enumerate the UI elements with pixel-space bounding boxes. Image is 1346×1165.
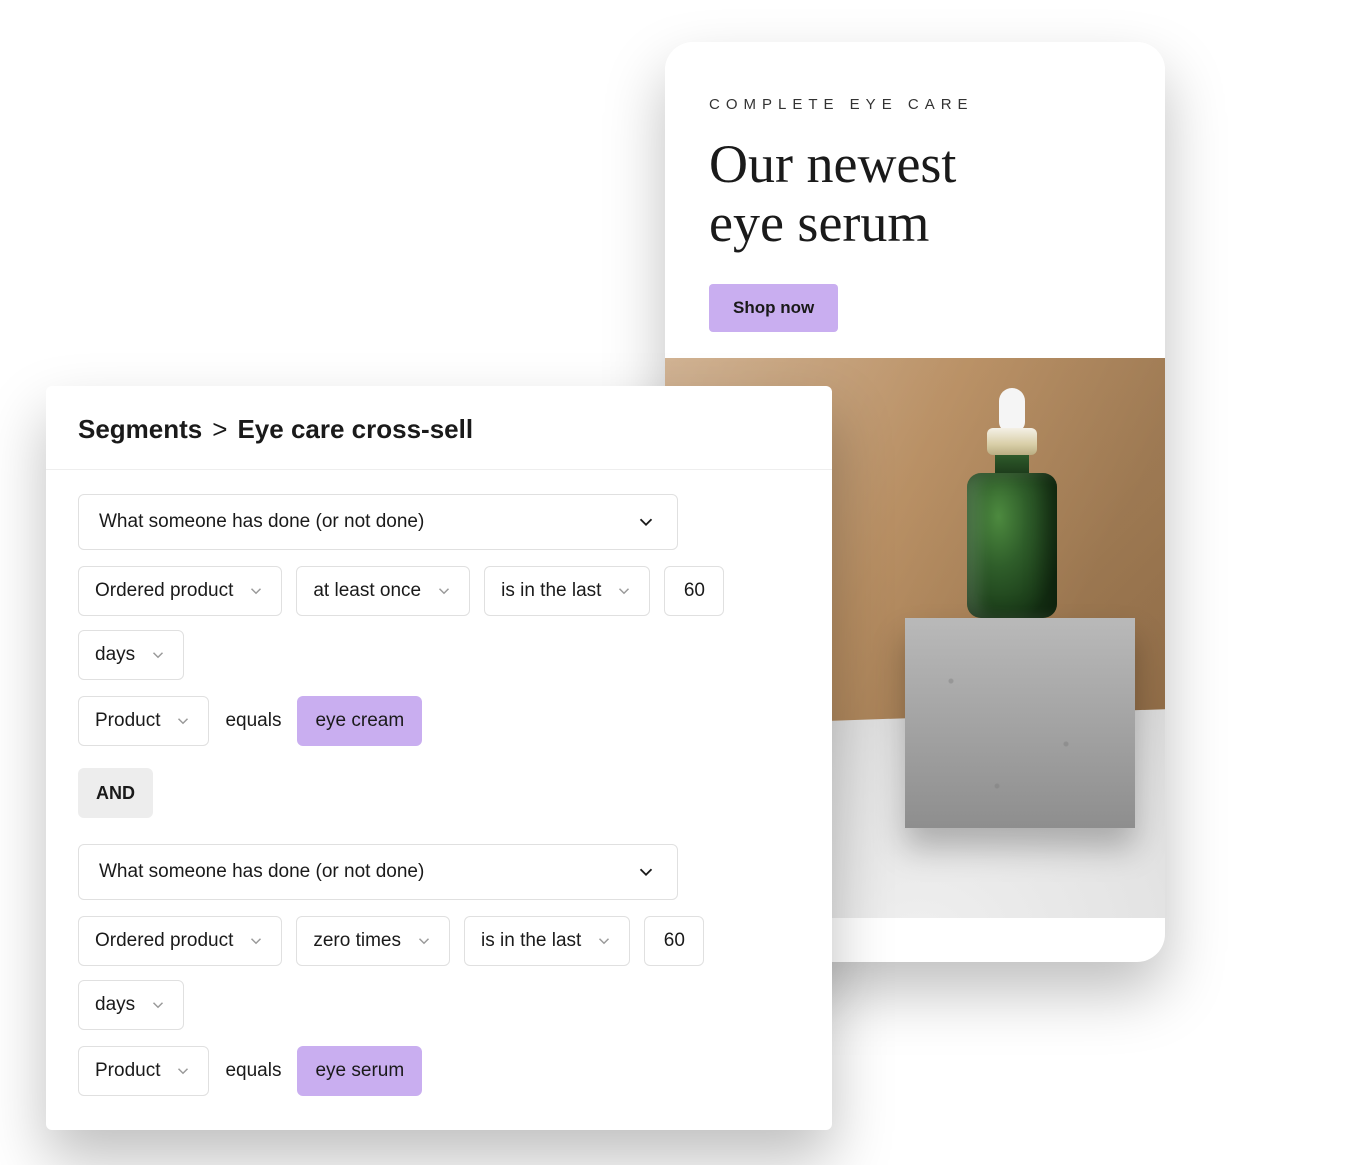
time-relation-select-2[interactable]: is in the last [464, 916, 630, 966]
logic-operator-and[interactable]: AND [78, 768, 153, 818]
breadcrumb-root[interactable]: Segments [78, 414, 202, 445]
time-relation-select-1-label: is in the last [501, 580, 601, 602]
chevron-down-icon [149, 996, 167, 1014]
metric-select-2[interactable]: Ordered product [78, 916, 282, 966]
email-eyebrow: COMPLETE EYE CARE [709, 96, 1121, 113]
chevron-down-icon [595, 932, 613, 950]
email-title: Our newest eye serum [709, 135, 1121, 254]
breadcrumb: Segments > Eye care cross-sell [78, 414, 800, 445]
breadcrumb-separator: > [212, 414, 227, 445]
chevron-down-icon [174, 1062, 192, 1080]
frequency-select-1-label: at least once [313, 580, 421, 602]
hero-serum-bottle [967, 388, 1057, 618]
time-unit-select-1-label: days [95, 644, 135, 666]
email-title-line2: eye serum [709, 193, 929, 253]
value-tag-1[interactable]: eye cream [297, 696, 422, 746]
time-relation-select-2-label: is in the last [481, 930, 581, 952]
frequency-select-1[interactable]: at least once [296, 566, 470, 616]
property-select-2-label: Product [95, 1060, 160, 1082]
metric-select-1-label: Ordered product [95, 580, 233, 602]
operator-label-2: equals [223, 1060, 283, 1082]
definition-select-1[interactable]: What someone has done (or not done) [78, 494, 678, 550]
segments-header: Segments > Eye care cross-sell [46, 386, 832, 470]
definition-select-2[interactable]: What someone has done (or not done) [78, 844, 678, 900]
chevron-down-icon [615, 582, 633, 600]
segments-panel: Segments > Eye care cross-sell What some… [46, 386, 832, 1130]
chevron-down-icon [149, 646, 167, 664]
time-value-input-1[interactable]: 60 [664, 566, 724, 616]
chevron-down-icon [415, 932, 433, 950]
chevron-down-icon [635, 861, 657, 883]
email-title-line1: Our newest [709, 134, 956, 194]
time-value-input-2[interactable]: 60 [644, 916, 704, 966]
definition-select-2-label: What someone has done (or not done) [99, 861, 424, 883]
chevron-down-icon [247, 582, 265, 600]
segments-body: What someone has done (or not done) Orde… [46, 470, 832, 1096]
value-tag-2[interactable]: eye serum [297, 1046, 422, 1096]
definition-select-1-label: What someone has done (or not done) [99, 511, 424, 533]
time-unit-select-2[interactable]: days [78, 980, 184, 1030]
email-header: COMPLETE EYE CARE Our newest eye serum S… [665, 42, 1165, 358]
breadcrumb-leaf: Eye care cross-sell [237, 414, 473, 445]
chevron-down-icon [174, 712, 192, 730]
time-relation-select-1[interactable]: is in the last [484, 566, 650, 616]
time-unit-select-2-label: days [95, 994, 135, 1016]
frequency-select-2[interactable]: zero times [296, 916, 450, 966]
metric-select-1[interactable]: Ordered product [78, 566, 282, 616]
chevron-down-icon [635, 511, 657, 533]
chevron-down-icon [247, 932, 265, 950]
time-unit-select-1[interactable]: days [78, 630, 184, 680]
property-select-2[interactable]: Product [78, 1046, 209, 1096]
chevron-down-icon [435, 582, 453, 600]
hero-pedestal [905, 618, 1135, 828]
operator-label-1: equals [223, 710, 283, 732]
property-select-1[interactable]: Product [78, 696, 209, 746]
shop-now-button[interactable]: Shop now [709, 284, 838, 332]
metric-select-2-label: Ordered product [95, 930, 233, 952]
frequency-select-2-label: zero times [313, 930, 401, 952]
property-select-1-label: Product [95, 710, 160, 732]
